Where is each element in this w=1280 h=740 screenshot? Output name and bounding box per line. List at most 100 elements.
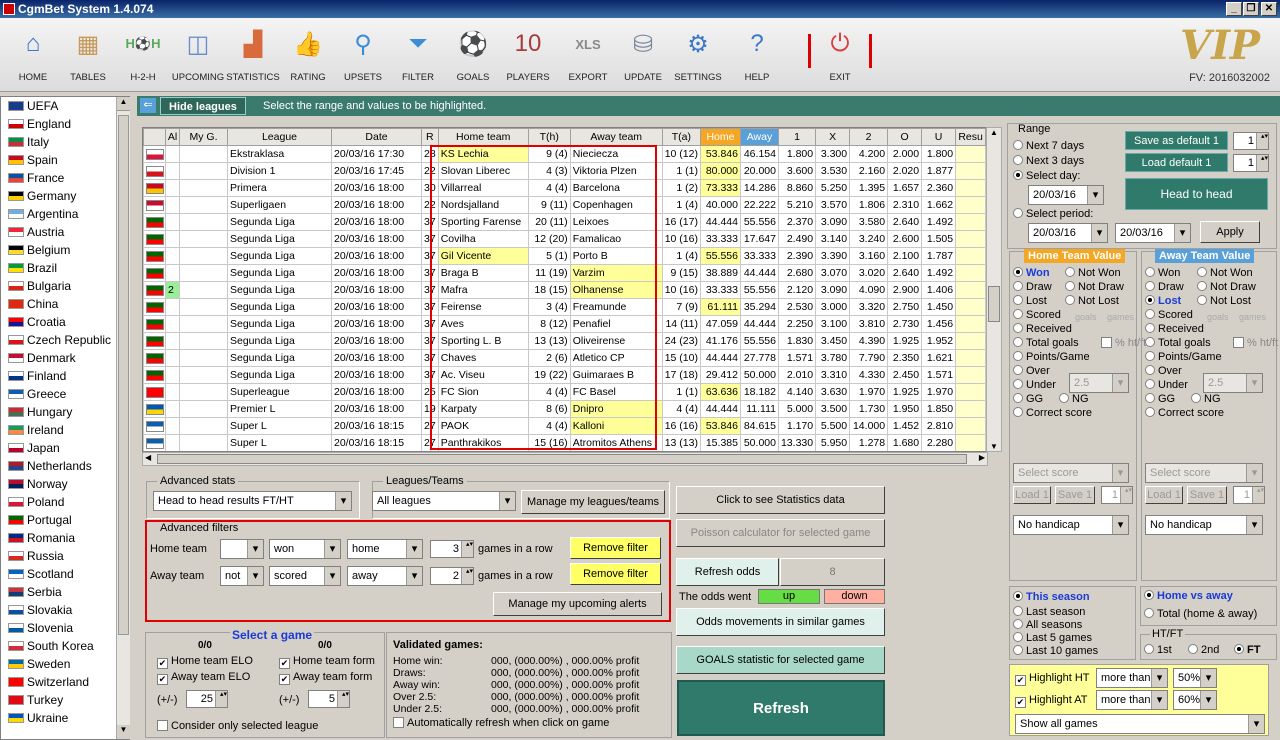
home-draw-radio[interactable]: Draw <box>1013 281 1052 293</box>
away-elo-checkbox[interactable]: ✔ Away team ELO <box>157 671 250 685</box>
last-5-games-radio[interactable]: Last 5 games <box>1013 632 1092 644</box>
country-item[interactable]: Croatia <box>1 313 129 331</box>
elo-tolerance-spinner[interactable]: 25 <box>186 690 228 708</box>
highlight-ht-percent-select[interactable]: 50% <box>1173 668 1217 688</box>
toolbar-exit-button[interactable]: ⏻ EXIT <box>813 24 867 90</box>
toolbar-export-button[interactable]: XLS EXPORT <box>561 24 615 90</box>
country-item[interactable]: Finland <box>1 367 129 385</box>
country-item[interactable]: Poland <box>1 493 129 511</box>
home-won-radio[interactable]: Won <box>1013 267 1050 279</box>
poisson-calculator-button[interactable]: Poisson calculator for selected game <box>676 519 885 547</box>
highlight-ht-compare-select[interactable]: more than <box>1096 668 1168 688</box>
highlight-at-percent-select[interactable]: 60% <box>1173 690 1217 710</box>
home-filter-modifier-select[interactable] <box>220 539 264 559</box>
away-won-radio[interactable]: Won <box>1145 267 1180 279</box>
country-item[interactable]: Switzerland <box>1 673 129 691</box>
col-header-r[interactable]: R <box>421 128 439 146</box>
away-filter-modifier-select[interactable]: not <box>220 566 264 586</box>
toolbar-upsets-button[interactable]: ⚲ UPSETS <box>336 24 390 90</box>
home-preset-spinner[interactable]: 1 <box>1101 486 1133 504</box>
last-10-games-radio[interactable]: Last 10 games <box>1013 645 1098 657</box>
country-item[interactable]: Italy <box>1 133 129 151</box>
save-default-spinner[interactable]: 1 <box>1233 132 1269 150</box>
country-item[interactable]: Norway <box>1 475 129 493</box>
away-correct-radio[interactable]: Correct score <box>1145 407 1224 419</box>
apply-button[interactable]: Apply <box>1200 221 1260 243</box>
home-not-lost-radio[interactable]: Not Lost <box>1065 295 1119 307</box>
head-to-head-button[interactable]: Head to head <box>1125 178 1268 210</box>
away-save-button[interactable]: Save 1 <box>1187 486 1227 504</box>
col-header-1[interactable]: 1 <box>777 128 817 146</box>
minimize-button[interactable]: _ <box>1226 2 1242 16</box>
country-item[interactable]: Russia <box>1 547 129 565</box>
form-tolerance-spinner[interactable]: 5 <box>308 690 350 708</box>
toolbar-settings-button[interactable]: ⚙ SETTINGS <box>671 24 725 90</box>
save-default-button[interactable]: Save as default 1 <box>1125 131 1228 150</box>
col-header-my-g-[interactable]: My G. <box>179 128 228 146</box>
home-received-radio[interactable]: Received <box>1013 323 1072 335</box>
away-draw-radio[interactable]: Draw <box>1145 281 1184 293</box>
this-season-radio[interactable]: This season <box>1013 591 1090 603</box>
home-elo-checkbox[interactable]: ✔ Home team ELO <box>157 655 253 669</box>
away-not-draw-radio[interactable]: Not Draw <box>1197 281 1256 293</box>
country-item[interactable]: England <box>1 115 129 133</box>
country-item[interactable]: Turkey <box>1 691 129 709</box>
toolbar-players-button[interactable]: 10 PLAYERS <box>501 24 555 90</box>
leagues-select[interactable]: All leagues <box>372 491 516 511</box>
home-total-goals-radio[interactable]: Total goals <box>1013 337 1079 349</box>
country-item[interactable]: Czech Republic <box>1 331 129 349</box>
col-header-t-h-[interactable]: T(h) <box>527 128 571 146</box>
home-save-button[interactable]: Save 1 <box>1055 486 1095 504</box>
toolbar-statistics-button[interactable]: ▟ STATISTICS <box>226 24 280 90</box>
country-item[interactable]: Netherlands <box>1 457 129 475</box>
country-item[interactable]: Hungary <box>1 403 129 421</box>
away-filter-venue-select[interactable]: away <box>347 566 423 586</box>
country-item[interactable]: Romania <box>1 529 129 547</box>
home-over-radio[interactable]: Over <box>1013 365 1050 377</box>
home-correct-radio[interactable]: Correct score <box>1013 407 1092 419</box>
col-header-u[interactable]: U <box>921 128 957 146</box>
home-load-button[interactable]: Load 1 <box>1013 486 1051 504</box>
away-pct-checkbox[interactable]: % ht/ft <box>1233 337 1278 349</box>
grid-horizontal-scrollbar[interactable]: ◀ ▶ <box>142 452 988 466</box>
away-scored-radio[interactable]: Scored <box>1145 309 1193 321</box>
refresh-button[interactable]: Refresh <box>677 680 885 736</box>
hide-leagues-button[interactable]: Hide leagues <box>160 97 246 115</box>
away-under-radio[interactable]: Under <box>1145 379 1188 391</box>
country-item[interactable]: Denmark <box>1 349 129 367</box>
away-remove-filter-button[interactable]: Remove filter <box>570 563 661 585</box>
grid-vertical-scrollbar[interactable]: ▲ ▼ <box>986 127 1002 452</box>
country-item[interactable]: Japan <box>1 439 129 457</box>
maximize-button[interactable]: ❐ <box>1243 2 1259 16</box>
home-under-value-select[interactable]: 2.5 <box>1069 373 1129 393</box>
home-remove-filter-button[interactable]: Remove filter <box>570 537 661 559</box>
period-to-picker[interactable]: 20/03/16 <box>1115 223 1191 243</box>
away-ng-radio[interactable]: NG <box>1191 393 1221 405</box>
col-header-date[interactable]: Date <box>331 128 422 146</box>
home-select-score-select[interactable]: Select score <box>1013 463 1129 483</box>
country-item[interactable]: France <box>1 169 129 187</box>
away-gg-radio[interactable]: GG <box>1145 393 1175 405</box>
col-header-away-team[interactable]: Away team <box>569 128 663 146</box>
toolbar-tables-button[interactable]: ▦ TABLES <box>61 24 115 90</box>
country-item[interactable]: Slovenia <box>1 619 129 637</box>
toolbar-rating-button[interactable]: 👍 RATING <box>281 24 335 90</box>
away-preset-spinner[interactable]: 1 <box>1233 486 1265 504</box>
home-not-draw-radio[interactable]: Not Draw <box>1065 281 1124 293</box>
odds-movements-button[interactable]: Odds movements in similar games <box>676 608 885 636</box>
statistics-data-button[interactable]: Click to see Statistics data <box>676 486 885 514</box>
away-ppg-radio[interactable]: Points/Game <box>1145 351 1222 363</box>
country-item[interactable]: Austria <box>1 223 129 241</box>
col-header-x[interactable]: X <box>815 128 851 146</box>
country-item[interactable]: Argentina <box>1 205 129 223</box>
away-handicap-select[interactable]: No handicap <box>1145 515 1263 535</box>
country-item[interactable]: South Korea <box>1 637 129 655</box>
away-select-score-select[interactable]: Select score <box>1145 463 1263 483</box>
htft-ft-radio[interactable]: FT <box>1234 644 1260 656</box>
home-under-radio[interactable]: Under <box>1013 379 1056 391</box>
country-item[interactable]: Ukraine <box>1 709 129 727</box>
auto-refresh-checkbox[interactable]: Automatically refresh when click on game <box>393 717 609 729</box>
home-filter-count[interactable]: 3 <box>430 540 474 558</box>
htft-1st-radio[interactable]: 1st <box>1144 644 1172 656</box>
home-handicap-select[interactable]: No handicap <box>1013 515 1129 535</box>
